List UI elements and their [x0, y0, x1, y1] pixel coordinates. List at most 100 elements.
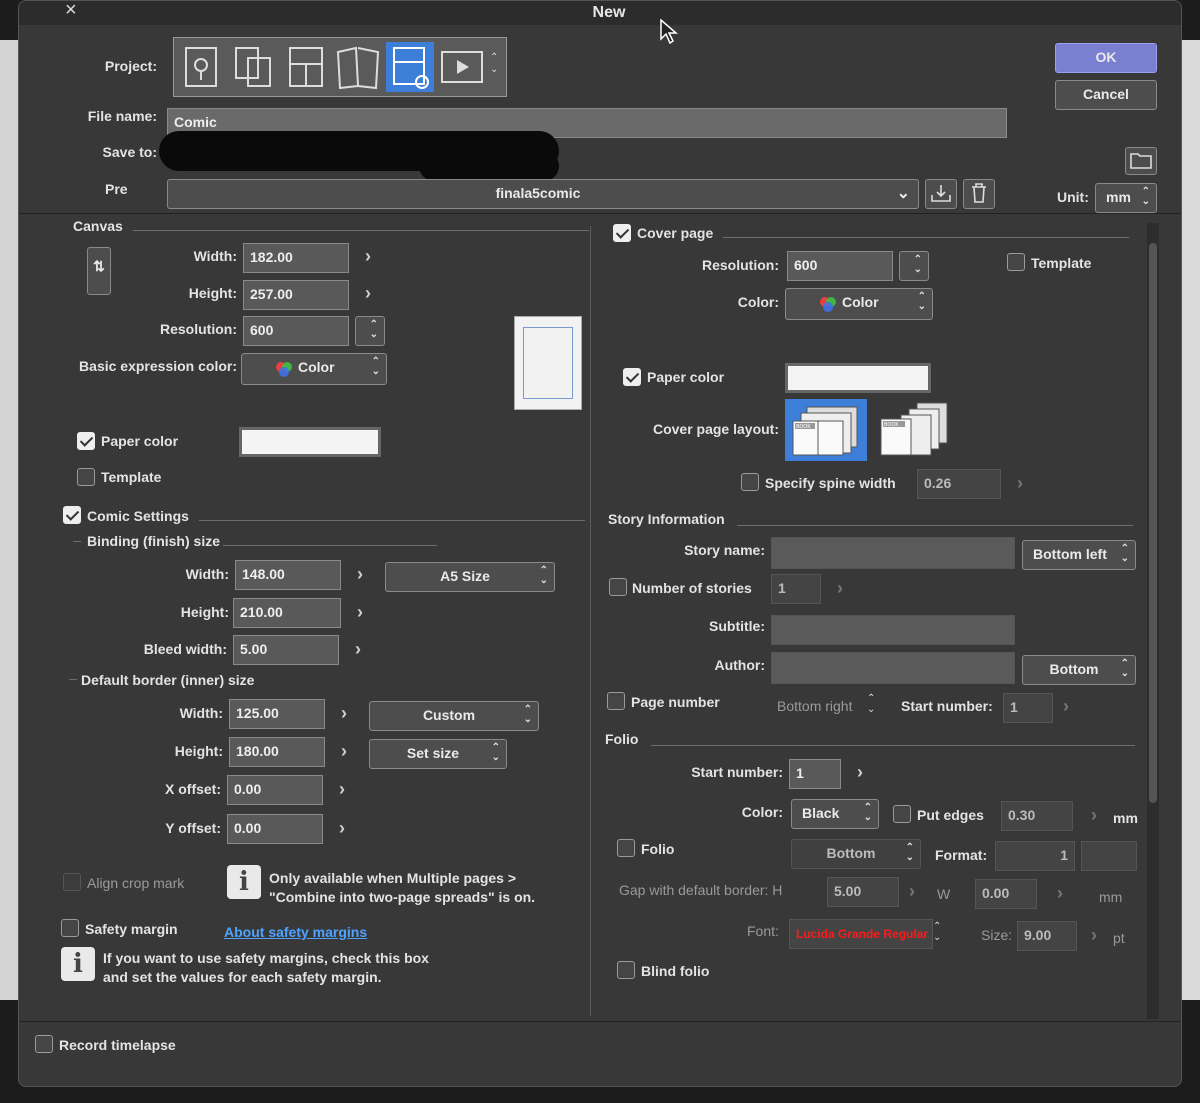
cover-page-checkbox[interactable] — [613, 224, 631, 242]
illustration-icon[interactable] — [178, 42, 226, 92]
cover-layout-label: Cover page layout: — [652, 421, 779, 437]
chevron-right-icon[interactable]: › — [1091, 925, 1097, 946]
cancel-button[interactable]: Cancel — [1055, 80, 1157, 110]
put-edges-checkbox[interactable] — [893, 805, 911, 823]
border-preset-select[interactable]: Custom ⌃ ⌄ — [369, 701, 539, 731]
page-number-checkbox[interactable] — [607, 692, 625, 710]
book-icon[interactable] — [334, 42, 382, 92]
chevron-right-icon[interactable]: › — [857, 762, 863, 783]
author-position-select[interactable]: Bottom ⌃ ⌄ — [1022, 655, 1136, 685]
chevron-right-icon[interactable]: › — [1057, 883, 1063, 904]
canvas-paper-color-checkbox[interactable] — [77, 432, 95, 450]
folio-checkbox[interactable] — [617, 839, 635, 857]
webtoon-icon[interactable] — [230, 42, 278, 92]
chevron-right-icon[interactable]: › — [339, 818, 345, 839]
trash-icon[interactable] — [963, 179, 995, 209]
chevron-right-icon[interactable]: › — [1063, 696, 1069, 717]
size-input[interactable]: 9.00 — [1017, 921, 1077, 951]
folio-position-select[interactable]: Bottom ⌃ ⌄ — [791, 839, 921, 869]
chevron-right-icon[interactable]: › — [341, 741, 347, 762]
unit-select[interactable]: mm ⌃ ⌄ — [1095, 183, 1157, 213]
chevron-right-icon[interactable]: › — [1017, 473, 1023, 494]
project-type-selector[interactable]: ⌃ ⌄ — [173, 37, 507, 97]
format-suffix-input[interactable] — [1081, 841, 1137, 871]
comic-icon[interactable] — [282, 42, 330, 92]
canvas-paper-color-swatch[interactable] — [239, 427, 381, 457]
format-input[interactable]: 1 — [995, 841, 1075, 871]
put-edges-input[interactable]: 0.30 — [1001, 801, 1073, 831]
canvas-width-input[interactable]: 182.00 — [243, 243, 349, 273]
author-input[interactable] — [771, 652, 1015, 684]
y-offset-input[interactable]: 0.00 — [227, 814, 323, 844]
safety-margin-link[interactable]: About safety margins — [224, 924, 367, 940]
bleed-input[interactable]: 5.00 — [233, 635, 339, 665]
folio-start-input[interactable]: 1 — [789, 759, 841, 789]
story-name-input[interactable] — [771, 537, 1015, 569]
border-height-input[interactable]: 180.00 — [229, 737, 325, 767]
resolution-stepper[interactable]: ⌃ ⌄ — [355, 316, 385, 346]
record-timelapse-label: Record timelapse — [59, 1037, 176, 1053]
story-name-position-select[interactable]: Bottom left ⌃ ⌄ — [1022, 540, 1136, 570]
chevron-right-icon[interactable]: › — [339, 779, 345, 800]
save-preset-icon[interactable] — [925, 179, 957, 209]
cover-paper-color-swatch[interactable] — [785, 363, 931, 393]
updown-icon: ⌃ ⌄ — [1120, 543, 1129, 564]
canvas-resolution-input[interactable]: 600 — [243, 316, 349, 346]
safety-margin-checkbox[interactable] — [61, 919, 79, 937]
orientation-toggle-icon[interactable]: ⇅ — [87, 247, 111, 295]
cover-paper-color-checkbox[interactable] — [623, 368, 641, 386]
chevron-right-icon[interactable]: › — [1091, 805, 1097, 826]
subtitle-input[interactable] — [771, 615, 1015, 645]
binding-height-input[interactable]: 210.00 — [233, 598, 341, 628]
ok-button[interactable]: OK — [1055, 43, 1157, 73]
spine-width-input[interactable]: 0.26 — [917, 469, 1001, 499]
record-timelapse-checkbox[interactable] — [35, 1035, 53, 1053]
align-crop-checkbox[interactable] — [63, 873, 81, 891]
cover-resolution-input[interactable]: 600 — [787, 251, 893, 281]
chevron-right-icon[interactable]: › — [837, 578, 843, 599]
scrollbar[interactable] — [1147, 223, 1159, 1019]
cover-layout-single-option[interactable]: BOOK — [875, 399, 957, 461]
preset-select[interactable]: finala5comic ⌄ — [167, 179, 919, 209]
cover-color-select[interactable]: Color ⌃ ⌄ — [785, 288, 933, 320]
font-select[interactable]: Lucida Grande Regular — [789, 919, 933, 949]
chevron-right-icon[interactable]: › — [357, 564, 363, 585]
updown-icon: ⌃ ⌄ — [1120, 658, 1129, 679]
number-of-stories-input[interactable]: 1 — [771, 574, 821, 604]
folio-color-select[interactable]: Black ⌃ ⌄ — [791, 799, 879, 829]
gap-h-input[interactable]: 5.00 — [827, 877, 899, 907]
border-width-input[interactable]: 125.00 — [229, 699, 325, 729]
chevron-right-icon[interactable]: › — [365, 246, 371, 267]
scrollbar-thumb[interactable] — [1149, 243, 1157, 803]
updown-icon[interactable]: ⌃ ⌄ — [933, 921, 941, 943]
blind-folio-checkbox[interactable] — [617, 961, 635, 979]
chevron-right-icon[interactable]: › — [341, 703, 347, 724]
comic-settings-checkbox[interactable] — [63, 506, 81, 524]
x-offset-input[interactable]: 0.00 — [227, 775, 323, 805]
page-number-position-value[interactable]: Bottom right — [777, 698, 852, 714]
chevron-right-icon[interactable]: › — [357, 602, 363, 623]
project-scroll-icon[interactable]: ⌃ ⌄ — [490, 52, 498, 76]
page-start-number-input[interactable]: 1 — [1003, 693, 1053, 723]
updown-icon[interactable]: ⌃ ⌄ — [867, 693, 875, 715]
chevron-right-icon[interactable]: › — [909, 881, 915, 902]
y-offset-label: Y offset: — [165, 820, 221, 836]
expression-color-select[interactable]: Color ⌃ ⌄ — [241, 353, 387, 385]
cover-layout-spread-option[interactable]: BOOK — [785, 399, 867, 461]
size-preset-select[interactable]: A5 Size ⌃ ⌄ — [385, 562, 555, 592]
set-size-select[interactable]: Set size ⌃ ⌄ — [369, 739, 507, 769]
gap-w-input[interactable]: 0.00 — [975, 879, 1037, 909]
set-size-value: Set size — [406, 745, 460, 761]
cover-resolution-stepper[interactable]: ⌃ ⌄ — [899, 251, 929, 281]
cover-template-checkbox[interactable] — [1007, 253, 1025, 271]
canvas-height-input[interactable]: 257.00 — [243, 280, 349, 310]
animation-icon[interactable] — [438, 42, 486, 92]
canvas-template-checkbox[interactable] — [77, 468, 95, 486]
spine-width-checkbox[interactable] — [741, 473, 759, 491]
chevron-right-icon[interactable]: › — [365, 283, 371, 304]
comic-active-icon[interactable] — [386, 42, 434, 92]
folder-icon[interactable] — [1125, 147, 1157, 175]
chevron-right-icon[interactable]: › — [355, 639, 361, 660]
number-of-stories-checkbox[interactable] — [609, 578, 627, 596]
binding-width-input[interactable]: 148.00 — [235, 560, 341, 590]
